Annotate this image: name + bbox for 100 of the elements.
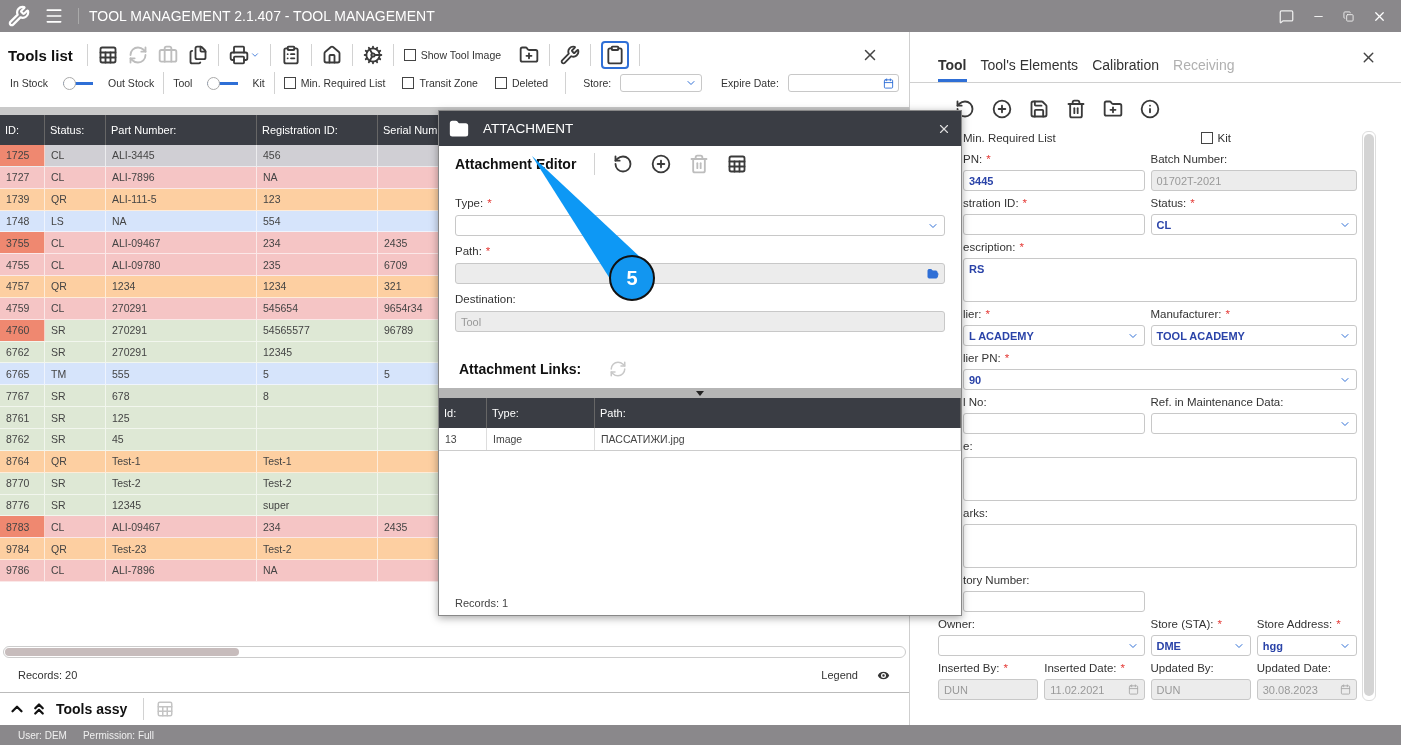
table-cell: QR [45, 450, 106, 472]
dialog-title: ATTACHMENT [483, 121, 574, 136]
table-cell: ALI-7896 [106, 166, 257, 188]
table-cell: CL [45, 516, 106, 538]
table-cell: 8764 [0, 450, 45, 472]
field-label: PN: * [963, 153, 992, 167]
field-label: Updated Date: [1256, 662, 1332, 676]
table-cell: NA [257, 560, 378, 581]
table-cell: Test-2 [257, 538, 378, 560]
records-count: Records: 20 [18, 669, 78, 681]
store-label: Store: [583, 77, 612, 89]
table-cell: CL [45, 166, 106, 188]
table-cell: 9786 [0, 560, 45, 581]
field-label: Store (STA): * [1150, 618, 1224, 632]
table-cell: Image [487, 428, 595, 450]
table-cell: SR [45, 385, 106, 407]
field-label: l No: [963, 396, 988, 410]
checkbox-label: Deleted [511, 77, 549, 89]
table-cell: 8770 [0, 472, 45, 494]
table-cell: 8762 [0, 428, 45, 450]
table-cell: ALI-3445 [106, 145, 257, 166]
table-cell: super [257, 494, 378, 516]
field-label: tory Number: [963, 574, 1031, 588]
checkbox-label: Transit Zone [419, 77, 478, 89]
table-cell: 3755 [0, 232, 45, 254]
table-cell: 7767 [0, 385, 45, 407]
field-label: Inserted Date: * [1044, 662, 1126, 676]
field-label: Store Address: * [1256, 618, 1342, 632]
table-cell: CL [45, 297, 106, 319]
field-label: Batch Number: [1150, 153, 1229, 167]
status-text: User: DEM [18, 729, 67, 741]
table-cell: 8 [257, 385, 378, 407]
table-cell: 234 [257, 516, 378, 538]
field-label: Owner: [938, 618, 977, 632]
table-cell: SR [45, 407, 106, 428]
window-title: TOOL MANAGEMENT 2.1.407 - TOOL MANAGEMENT [78, 8, 435, 24]
table-cell: CL [45, 145, 106, 166]
table-cell: ALI-7896 [106, 560, 257, 581]
table-cell: 4757 [0, 276, 45, 297]
table-cell: ALI-09467 [106, 516, 257, 538]
table-cell: 4760 [0, 319, 45, 341]
table-cell: QR [45, 188, 106, 210]
field-label: Type: * [455, 197, 493, 211]
table-cell: 54565577 [257, 319, 378, 341]
records-count: Records: 1 [454, 597, 510, 611]
table-cell: 8776 [0, 494, 45, 516]
expire-date-label: Expire Date: [721, 77, 779, 89]
table-cell: 456 [257, 145, 378, 166]
table-cell: 555 [106, 363, 257, 385]
table-cell: 4759 [0, 297, 45, 319]
table-cell: Test-1 [257, 450, 378, 472]
checkbox-label: Min. Required List [300, 77, 386, 89]
toggle-label: In Stock [10, 77, 48, 89]
table-cell: ALI-111-5 [106, 188, 257, 210]
table-cell: 234 [257, 232, 378, 254]
table-cell: 1725 [0, 145, 45, 166]
table-cell: SR [45, 494, 106, 516]
table-cell: 5 [257, 363, 378, 385]
table-cell: CL [45, 254, 106, 276]
panel-title: Tools list [8, 46, 73, 64]
table-cell: 235 [257, 254, 378, 276]
field-label: stration ID: * [963, 197, 1029, 211]
table-cell: 1234 [106, 276, 257, 297]
table-cell: 554 [257, 210, 378, 232]
table-cell: NA [106, 210, 257, 232]
toggle-label: Kit [252, 77, 265, 89]
table-cell: ПАССАТИЖИ.jpg [595, 428, 961, 450]
toggle-label: Tool [173, 77, 193, 89]
table-cell: Test-2 [106, 472, 257, 494]
table-cell: Test-1 [106, 450, 257, 472]
table-cell: 12345 [257, 341, 378, 363]
table-cell: 545654 [257, 297, 378, 319]
field-label: Status: * [1150, 197, 1196, 211]
table-cell: SR [45, 341, 106, 363]
table-cell: ALI-09780 [106, 254, 257, 276]
table-cell: CL [45, 232, 106, 254]
field-label: lier: * [963, 308, 991, 322]
checkbox-label: Kit [1217, 132, 1231, 144]
table-cell: ALI-09467 [106, 232, 257, 254]
table-cell: 12345 [106, 494, 257, 516]
table-cell: 270291 [106, 297, 257, 319]
table-cell: 6762 [0, 341, 45, 363]
toggle-label: Out Stock [108, 77, 155, 89]
table-cell: 125 [106, 407, 257, 428]
table-cell: 270291 [106, 341, 257, 363]
table-cell: 9784 [0, 538, 45, 560]
field-label: Updated By: [1150, 662, 1215, 676]
table-cell: LS [45, 210, 106, 232]
table-cell: 8761 [0, 407, 45, 428]
table-cell: 4755 [0, 254, 45, 276]
table-cell: 123 [257, 188, 378, 210]
checkbox-label: Min. Required List [963, 132, 1056, 144]
table-cell: 678 [106, 385, 257, 407]
table-cell: 6765 [0, 363, 45, 385]
table-cell: 1739 [0, 188, 45, 210]
field-label: Manufacturer: * [1150, 308, 1231, 322]
table-cell: SR [45, 428, 106, 450]
table-cell: SR [45, 319, 106, 341]
status-text: Permission: Full [82, 729, 155, 741]
table-cell: 270291 [106, 319, 257, 341]
